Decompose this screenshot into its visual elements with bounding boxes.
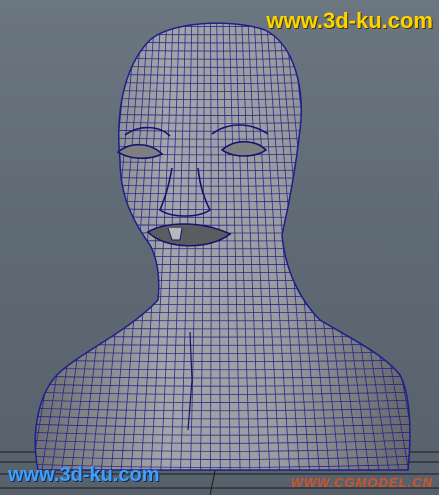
watermark-bottom-left: www.3d-ku.com <box>8 464 160 486</box>
watermark-bottom-right: WWW.CGMODEL.CN <box>290 475 433 490</box>
3d-viewport[interactable]: www.3d-ku.com www.3d-ku.com WWW.CGMODEL.… <box>0 0 439 495</box>
watermark-top-right: www.3d-ku.com <box>266 8 433 33</box>
bust-silhouette <box>34 22 411 471</box>
bust-mesh <box>34 22 411 471</box>
wireframe-bust-scene <box>0 22 439 495</box>
